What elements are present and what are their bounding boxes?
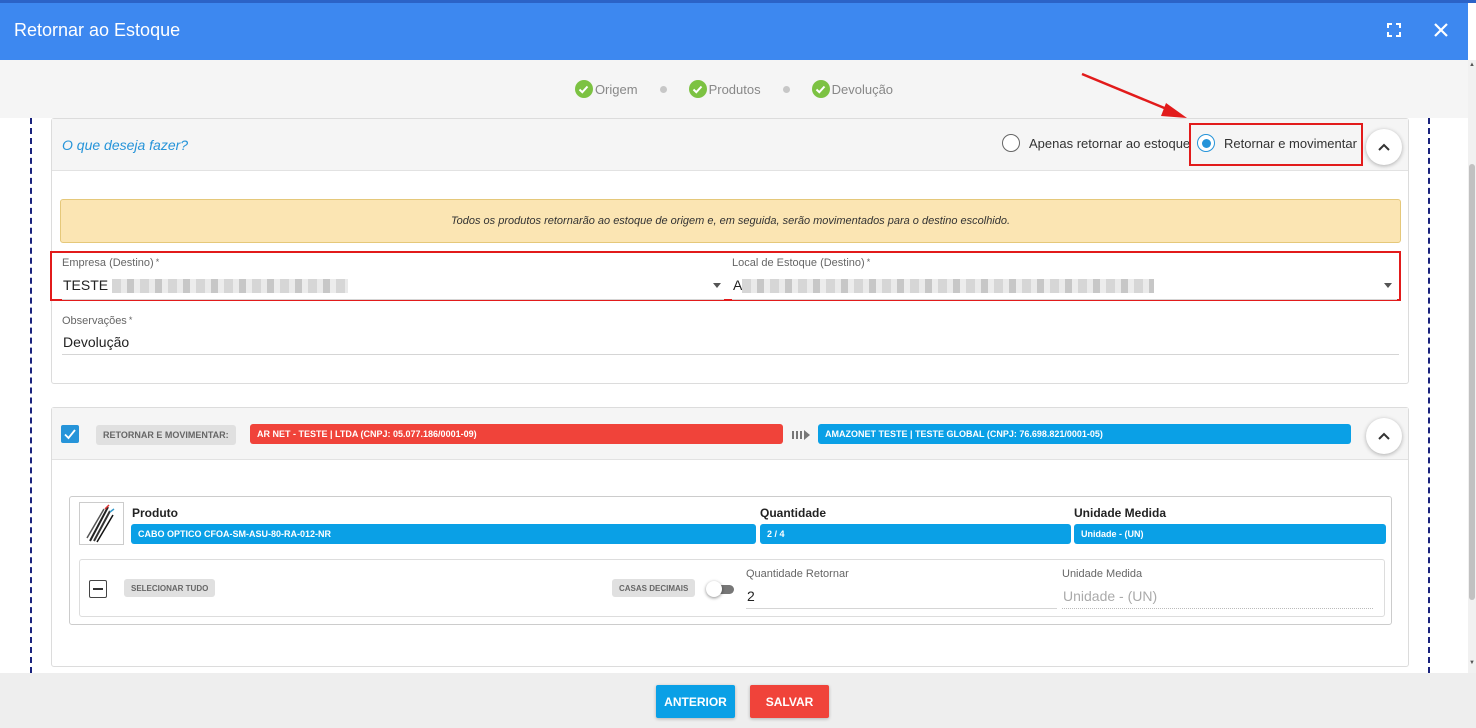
empresa-select[interactable]: TESTE xyxy=(63,277,108,293)
qty-return-label: Quantidade Retornar xyxy=(746,568,849,580)
stepper-bar: Origem Produtos Devolução xyxy=(0,60,1468,118)
transfer-checkbox[interactable] xyxy=(61,425,79,443)
transfer-panel-header: RETORNAR E MOVIMENTAR: AR NET - TESTE | … xyxy=(52,408,1408,460)
step-label: Origem xyxy=(594,81,638,97)
observacoes-input[interactable]: Devolução xyxy=(63,334,129,350)
origin-badge: AR NET - TESTE | LTDA (CNPJ: 05.077.186/… xyxy=(250,424,783,444)
annotation-highlight-box xyxy=(50,251,1401,301)
action-panel: O que deseja fazer? Apenas retornar ao e… xyxy=(50,118,1409,384)
product-name-badge: CABO OPTICO CFOA-SM-ASU-80-RA-012-NR xyxy=(131,524,756,544)
chevron-up-icon xyxy=(1378,432,1390,440)
scroll-down-icon[interactable]: ▼ xyxy=(1468,660,1476,670)
modal-footer: ANTERIOR SALVAR xyxy=(0,673,1476,728)
step-separator xyxy=(782,85,790,93)
checkmark-icon xyxy=(64,429,76,440)
field-underline xyxy=(732,299,1397,300)
step-separator xyxy=(659,85,667,93)
column-header-quantidade: Quantidade xyxy=(760,506,827,520)
collapse-button[interactable] xyxy=(1366,129,1402,165)
decimal-places-toggle[interactable] xyxy=(706,581,736,597)
local-estoque-select[interactable]: A xyxy=(733,277,742,293)
return-options-box: SELECIONAR TUDO CASAS DECIMAIS Quantidad… xyxy=(79,559,1385,617)
toggle-knob xyxy=(706,581,722,597)
local-estoque-value: A xyxy=(733,277,743,293)
annotation-arrow-icon xyxy=(1081,72,1187,118)
qty-return-input[interactable]: 2 xyxy=(747,588,755,604)
dashed-guide-left xyxy=(30,118,32,673)
step-origem[interactable]: Origem xyxy=(574,80,638,98)
info-alert: Todos os produtos retornarão ao estoque … xyxy=(60,199,1401,243)
column-header-produto: Produto xyxy=(132,506,178,520)
field-underline-disabled xyxy=(1062,608,1373,609)
radio-apenas-retornar[interactable]: Apenas retornar ao estoque xyxy=(1002,134,1190,152)
empresa-value: TESTE xyxy=(63,277,109,293)
step-produtos[interactable]: Produtos xyxy=(688,80,761,98)
dashed-guide-right xyxy=(1428,118,1430,673)
unit-measure-field: Unidade - (UN) xyxy=(1063,588,1158,604)
modal-title: Retornar ao Estoque xyxy=(14,20,181,40)
empresa-label: Empresa (Destino) * xyxy=(62,257,160,269)
chevron-down-icon[interactable] xyxy=(1384,283,1392,288)
stepper: Origem Produtos Devolução xyxy=(0,80,1468,98)
check-circle-icon xyxy=(811,80,830,98)
radio-label: Apenas retornar ao estoque xyxy=(1029,135,1191,151)
action-question: O que deseja fazer? xyxy=(62,137,189,153)
fullscreen-icon[interactable] xyxy=(1381,17,1407,43)
decimal-places-badge: CASAS DECIMAIS xyxy=(612,579,696,597)
close-icon[interactable] xyxy=(1428,17,1454,43)
action-badge: RETORNAR E MOVIMENTAR: xyxy=(96,425,236,445)
product-thumbnail xyxy=(79,502,124,545)
transfer-panel: RETORNAR E MOVIMENTAR: AR NET - TESTE | … xyxy=(51,407,1409,667)
annotation-highlight-box xyxy=(1189,123,1363,166)
fiber-cable-image xyxy=(86,504,115,543)
transfer-arrow-icon xyxy=(792,428,812,446)
field-underline xyxy=(62,354,1399,355)
observacoes-label: Observações * xyxy=(62,315,133,327)
column-header-unidade: Unidade Medida xyxy=(1074,506,1167,520)
save-button[interactable]: SALVAR xyxy=(750,685,829,718)
step-label: Devolução xyxy=(831,81,894,97)
redacted-text xyxy=(742,279,1154,293)
redacted-text xyxy=(112,279,348,293)
step-devolucao[interactable]: Devolução xyxy=(811,80,894,98)
select-all-badge[interactable]: SELECIONAR TUDO xyxy=(124,579,216,597)
radio-circle-icon xyxy=(1002,134,1020,152)
scrollbar-thumb[interactable] xyxy=(1469,164,1475,600)
field-underline xyxy=(746,608,1057,609)
product-card: Produto Quantidade Unidade Medida CABO O… xyxy=(69,496,1392,625)
select-all-checkbox[interactable] xyxy=(89,580,107,598)
previous-button[interactable]: ANTERIOR xyxy=(656,685,735,718)
action-panel-header: O que deseja fazer? Apenas retornar ao e… xyxy=(52,119,1408,171)
chevron-up-icon xyxy=(1378,143,1390,151)
local-estoque-label: Local de Estoque (Destino) * xyxy=(732,257,871,269)
quantity-badge: 2 / 4 xyxy=(760,524,1071,544)
destination-badge: AMAZONET TESTE | TESTE GLOBAL (CNPJ: 76.… xyxy=(818,424,1351,444)
field-underline xyxy=(62,299,724,300)
scroll-up-icon[interactable]: ▲ xyxy=(1468,62,1476,72)
scrollbar[interactable]: ▲ ▼ xyxy=(1468,60,1476,673)
modal-header: Retornar ao Estoque xyxy=(0,3,1468,60)
unit-badge: Unidade - (UN) xyxy=(1074,524,1386,544)
check-circle-icon xyxy=(574,80,593,98)
step-label: Produtos xyxy=(708,81,761,97)
collapse-button[interactable] xyxy=(1366,418,1402,454)
chevron-down-icon[interactable] xyxy=(713,283,721,288)
check-circle-icon xyxy=(688,80,707,98)
unit-measure-label: Unidade Medida xyxy=(1062,568,1143,580)
